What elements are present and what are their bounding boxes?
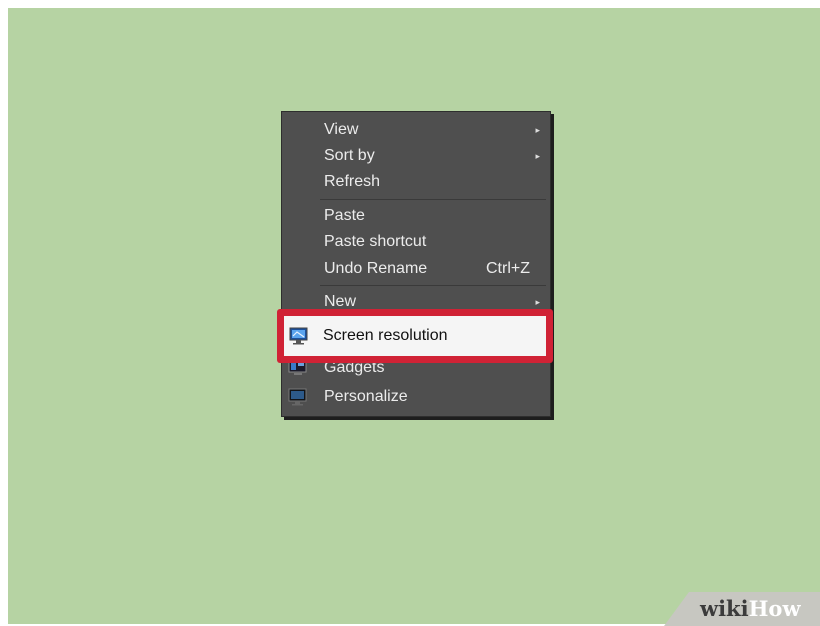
menu-item-sort-by[interactable]: Sort by ▸ <box>282 143 550 169</box>
menu-item-label: Undo Rename <box>324 260 428 277</box>
menu-item-label: Refresh <box>324 173 381 190</box>
submenu-arrow-icon: ▸ <box>535 125 540 135</box>
personalize-icon <box>288 388 308 406</box>
monitor-icon <box>289 327 309 345</box>
menu-item-label: Screen resolution <box>323 327 448 344</box>
menu-separator <box>320 199 546 200</box>
menu-item-view[interactable]: View ▸ <box>282 117 550 143</box>
watermark-wiki: wiki <box>700 596 749 621</box>
menu-item-label: Personalize <box>324 388 408 405</box>
menu-item-label: Paste <box>324 207 365 224</box>
watermark-how: How <box>748 596 801 621</box>
wikihow-watermark: wikiHow <box>664 592 820 626</box>
menu-item-screen-resolution[interactable]: Screen resolution <box>284 316 546 356</box>
menu-item-label: View <box>324 121 359 138</box>
menu-separator <box>320 285 546 286</box>
menu-item-paste-shortcut[interactable]: Paste shortcut <box>282 229 550 255</box>
context-menu: View ▸ Sort by ▸ Refresh Paste Paste sho… <box>281 111 551 417</box>
screen-resolution-highlight: Screen resolution <box>277 309 553 363</box>
menu-item-refresh[interactable]: Refresh <box>282 169 550 195</box>
menu-item-label: Sort by <box>324 147 375 164</box>
menu-item-personalize[interactable]: Personalize <box>282 384 550 410</box>
menu-item-undo-rename[interactable]: Undo Rename Ctrl+Z <box>282 256 550 282</box>
menu-item-shortcut: Ctrl+Z <box>486 260 530 277</box>
watermark-text: wikiHow <box>700 596 801 621</box>
menu-item-paste[interactable]: Paste <box>282 203 550 229</box>
submenu-arrow-icon: ▸ <box>535 151 540 161</box>
menu-item-label: Paste shortcut <box>324 233 427 250</box>
